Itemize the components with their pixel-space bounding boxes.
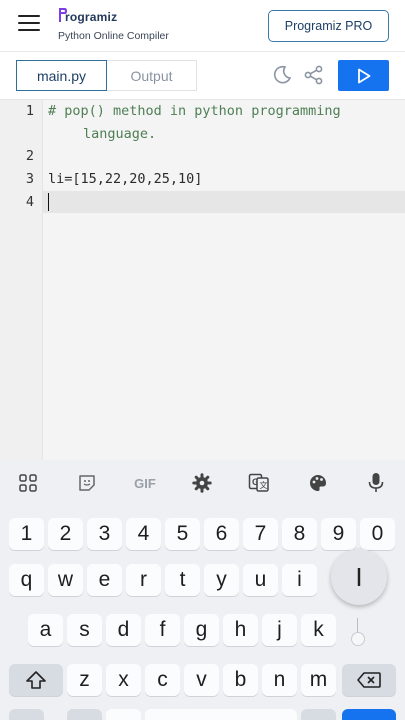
active-line-highlight xyxy=(0,191,405,213)
key-u[interactable]: u xyxy=(243,564,278,596)
line-number: 3 xyxy=(25,171,34,187)
backspace-key[interactable] xyxy=(342,664,396,696)
enter-key[interactable] xyxy=(342,709,396,720)
symbols-key[interactable] xyxy=(9,709,44,720)
line-number: 1 xyxy=(25,103,34,119)
logo-subtitle: Python Online Compiler xyxy=(58,30,169,42)
code-editor[interactable]: 1 2 3 4 # pop() method in python program… xyxy=(0,100,405,460)
key-h[interactable]: h xyxy=(223,614,258,646)
key-3[interactable]: 3 xyxy=(87,518,122,550)
key-k[interactable]: k xyxy=(301,614,336,646)
translate-icon[interactable]: G文 xyxy=(247,471,271,495)
backspace-icon xyxy=(357,672,381,688)
cursor-drag-handle[interactable]: I xyxy=(331,549,387,605)
tab-output[interactable]: Output xyxy=(107,60,197,91)
line-number: 2 xyxy=(25,148,34,164)
key-2[interactable]: 2 xyxy=(48,518,83,550)
code-line-1-wrap: language. xyxy=(83,126,157,142)
code-line-3: li=[15,22,20,25,10] xyxy=(48,171,203,187)
palette-icon[interactable] xyxy=(306,471,330,495)
period-key[interactable] xyxy=(301,709,336,720)
settings-gear-icon[interactable] xyxy=(190,471,214,495)
code-line-1: # pop() method in python programming xyxy=(48,103,341,119)
key-z[interactable]: z xyxy=(67,664,102,696)
moon-icon[interactable] xyxy=(271,64,293,86)
run-button[interactable] xyxy=(338,60,389,91)
key-j[interactable]: j xyxy=(262,614,297,646)
key-7[interactable]: 7 xyxy=(243,518,278,550)
key-8[interactable]: 8 xyxy=(282,518,317,550)
line-number: 4 xyxy=(25,194,34,210)
sticker-icon[interactable] xyxy=(75,471,99,495)
key-a[interactable]: a xyxy=(28,614,63,646)
key-e[interactable]: e xyxy=(87,564,122,596)
share-icon[interactable] xyxy=(303,64,325,86)
cursor-handle-dot[interactable] xyxy=(351,632,365,646)
play-icon xyxy=(357,68,370,83)
editor-toolbar: main.py Output xyxy=(0,52,405,100)
keyboard-toolbar: GIF G文 xyxy=(0,460,405,506)
key-c[interactable]: c xyxy=(145,664,180,696)
key-v[interactable]: v xyxy=(184,664,219,696)
gif-icon[interactable]: GIF xyxy=(130,471,160,495)
key-d[interactable]: d xyxy=(106,614,141,646)
header: rogramiz Python Online Compiler Programi… xyxy=(0,0,405,52)
key-q[interactable]: q xyxy=(9,564,44,596)
key-i[interactable]: i xyxy=(282,564,317,596)
tab-main-py[interactable]: main.py xyxy=(16,60,107,91)
key-r[interactable]: r xyxy=(126,564,161,596)
apps-grid-icon[interactable] xyxy=(16,471,40,495)
key-n[interactable]: n xyxy=(262,664,297,696)
key-f[interactable]: f xyxy=(145,614,180,646)
key-y[interactable]: y xyxy=(204,564,239,596)
text-caret xyxy=(48,193,49,211)
key-4[interactable]: 4 xyxy=(126,518,161,550)
key-x[interactable]: x xyxy=(106,664,141,696)
microphone-icon[interactable] xyxy=(364,471,388,495)
programiz-pro-button[interactable]: Programiz PRO xyxy=(268,10,389,42)
key-g[interactable]: g xyxy=(184,614,219,646)
space-key[interactable] xyxy=(145,709,297,720)
key-0[interactable]: 0 xyxy=(360,518,395,550)
app-root: rogramiz Python Online Compiler Programi… xyxy=(0,0,405,720)
key-6[interactable]: 6 xyxy=(204,518,239,550)
svg-text:文: 文 xyxy=(260,480,268,490)
key-s[interactable]: s xyxy=(67,614,102,646)
key-w[interactable]: w xyxy=(48,564,83,596)
key-1[interactable]: 1 xyxy=(9,518,44,550)
comma-key[interactable] xyxy=(67,709,102,720)
key-9[interactable]: 9 xyxy=(321,518,356,550)
key-m[interactable]: m xyxy=(301,664,336,696)
logo-text: rogramiz xyxy=(65,10,118,24)
shift-key[interactable] xyxy=(9,664,63,696)
key-t[interactable]: t xyxy=(165,564,200,596)
emoji-key[interactable] xyxy=(106,709,141,720)
hamburger-menu-icon[interactable] xyxy=(18,14,40,32)
key-b[interactable]: b xyxy=(223,664,258,696)
key-5[interactable]: 5 xyxy=(165,518,200,550)
shift-arrow-icon xyxy=(26,671,46,689)
